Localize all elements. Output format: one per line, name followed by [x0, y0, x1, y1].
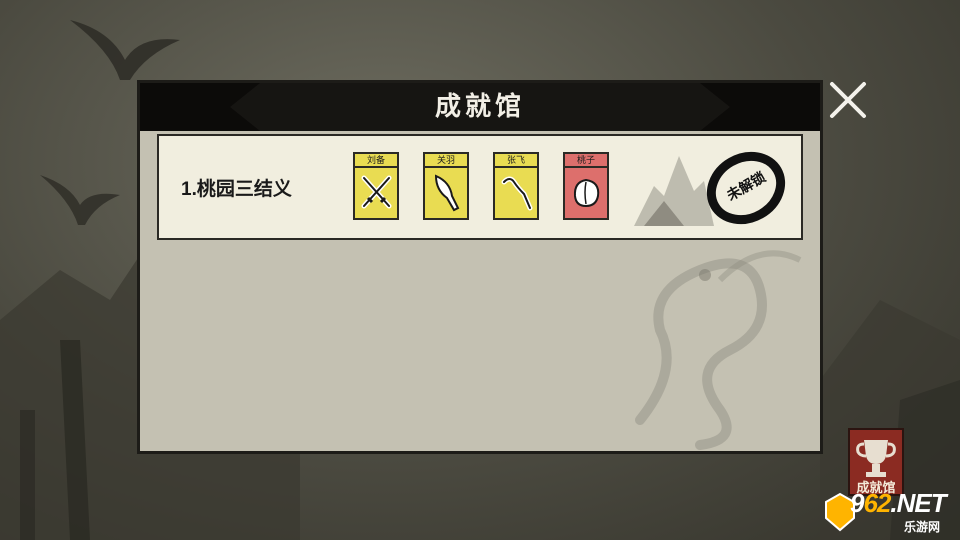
locked-status-seal: 未解锁 [704, 150, 788, 226]
close-button[interactable] [826, 78, 870, 122]
ink-mountain-decoration [634, 156, 714, 226]
achievement-card[interactable]: 桃子 [563, 152, 609, 220]
peach-icon [573, 178, 600, 208]
card-label: 张飞 [495, 154, 537, 168]
card-label: 关羽 [425, 154, 467, 168]
achievement-hall-button[interactable]: 成就馆 [848, 428, 904, 496]
achievement-title: 1.桃园三结义 [181, 179, 292, 200]
bird-silhouette [40, 175, 120, 225]
watermark-text: 962.NET [850, 488, 947, 518]
site-watermark: 962.NET 乐游网 [824, 488, 954, 536]
achievement-card[interactable]: 张飞 [493, 152, 539, 220]
crossed-swords-icon [361, 175, 392, 209]
glaive-icon [434, 174, 460, 212]
achievement-card[interactable]: 刘备 [353, 152, 399, 220]
close-icon [830, 82, 866, 118]
panel-title: 成就馆 [434, 92, 525, 122]
serpent-spear-icon [501, 176, 533, 211]
card-label: 刘备 [355, 154, 397, 168]
ink-dragon-decoration [635, 250, 802, 450]
achievement-row[interactable]: 1.桃园三结义 刘备 关羽 张飞 桃子 未解锁 [157, 134, 803, 240]
title-bar: 成就馆 [140, 83, 820, 131]
card-label: 桃子 [565, 154, 607, 168]
watermark-subtext: 乐游网 [904, 520, 941, 534]
achievement-card[interactable]: 关羽 [423, 152, 469, 220]
